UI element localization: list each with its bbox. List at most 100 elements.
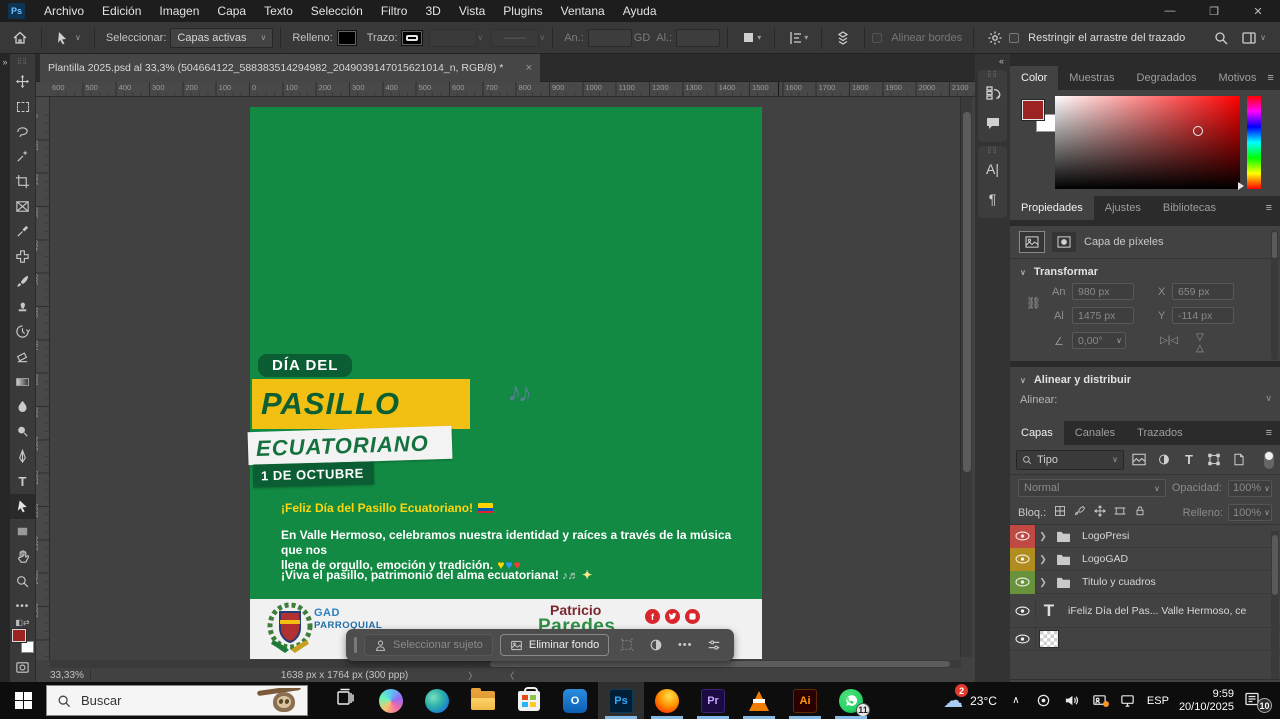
shape-operations-icon[interactable]: ▾ [735, 30, 767, 46]
menu-seleccion[interactable]: Selección [302, 0, 372, 22]
menu-filtro[interactable]: Filtro [372, 0, 417, 22]
tab-bibliotecas[interactable]: Bibliotecas [1152, 196, 1227, 220]
pixel-layer-icon[interactable] [1020, 232, 1044, 252]
tab-degradados[interactable]: Degradados [1126, 66, 1208, 90]
tray-expand-icon[interactable]: ∧ [1007, 695, 1025, 706]
background-color-swatch[interactable] [21, 641, 34, 653]
expand-toolbar-icon[interactable]: » [0, 54, 10, 67]
path-alignment-icon[interactable]: ▾ [782, 30, 814, 46]
layer-visibility-toggle[interactable] [1010, 571, 1036, 594]
shape-tool[interactable] [10, 519, 36, 544]
language-indicator[interactable]: ESP [1147, 695, 1169, 707]
comments-panel-icon[interactable] [978, 108, 1007, 138]
hand-tool[interactable] [10, 544, 36, 569]
dodge-tool[interactable] [10, 419, 36, 444]
gear-icon[interactable] [981, 30, 1009, 46]
vertical-scrollbar-thumb[interactable] [963, 112, 971, 472]
move-tool[interactable] [10, 69, 36, 94]
minimize-button[interactable]: — [1148, 0, 1192, 22]
layers-scrollbar[interactable] [1271, 531, 1279, 681]
crop-tool[interactable] [10, 169, 36, 194]
edit-toolbar-icon[interactable]: ••• [10, 594, 36, 619]
menu-vista[interactable]: Vista [450, 0, 494, 22]
lock-transparency-icon[interactable] [1054, 505, 1066, 520]
history-panel-icon[interactable] [978, 78, 1007, 108]
tab-ajustes[interactable]: Ajustes [1094, 196, 1152, 220]
vlc-button[interactable] [736, 682, 782, 719]
lasso-tool[interactable] [10, 119, 36, 144]
layers-panel-menu-icon[interactable]: ≡ [1266, 421, 1280, 445]
screen-share-icon[interactable] [1091, 693, 1109, 708]
tab-trazados[interactable]: Trazados [1126, 421, 1193, 445]
layer-name[interactable]: iFeliz Día del Pas... Valle Hermoso, ce [1068, 605, 1246, 617]
layer-name[interactable]: LogoPresi [1082, 530, 1129, 542]
swap-colors-icon[interactable]: ◧⇄ [15, 619, 29, 627]
layer-row[interactable]: TiFeliz Día del Pas... Valle Hermoso, ce [1010, 594, 1280, 628]
collapse-panels-icon[interactable]: « [975, 54, 1010, 66]
menu-capa[interactable]: Capa [208, 0, 255, 22]
filter-shape-layers-icon[interactable] [1204, 453, 1224, 466]
canvas[interactable]: DÍA DEL PASILLO ♪♪ ECUATORIANO 1 DE OCTU… [50, 97, 961, 660]
path-arrangement-icon[interactable] [829, 30, 857, 46]
notification-center-icon[interactable]: 10 [1244, 691, 1270, 710]
width-input[interactable] [588, 29, 632, 47]
layer-filter-toggle[interactable] [1264, 451, 1274, 469]
document-close-icon[interactable]: × [526, 62, 532, 74]
layer-row[interactable]: ❯ LogoGAD [1010, 548, 1280, 571]
foreground-background-colors[interactable] [12, 629, 34, 653]
status-next-icon[interactable]: 〉 [468, 669, 477, 682]
vertical-scrollbar[interactable] [960, 97, 972, 657]
hue-slider-marker[interactable] [1238, 182, 1244, 190]
properties-panel-menu-icon[interactable]: ≡ [1266, 196, 1280, 220]
horizontal-ruler[interactable]: 6005004003002001000100200300400500600700… [50, 82, 975, 97]
tab-capas[interactable]: Capas [1010, 421, 1064, 445]
blur-tool[interactable] [10, 394, 36, 419]
width-value[interactable]: 980 px [1072, 283, 1134, 300]
network-display-icon[interactable] [1119, 693, 1137, 708]
height-value[interactable]: 1475 px [1072, 307, 1134, 324]
horizontal-scrollbar-thumb[interactable] [490, 661, 950, 667]
search-icon[interactable] [1207, 30, 1235, 46]
healing-brush-tool[interactable] [10, 244, 36, 269]
height-input[interactable] [676, 29, 720, 47]
foreground-color-well[interactable] [1022, 100, 1044, 120]
paragraph-panel-icon[interactable]: ¶ [978, 184, 1007, 214]
workspace-switcher-icon[interactable]: ∨ [1235, 30, 1272, 46]
outlook-button[interactable]: O [552, 682, 598, 719]
type-tool[interactable]: T [10, 469, 36, 494]
quick-selection-tool[interactable] [10, 144, 36, 169]
clock[interactable]: 9:59 20/10/2025 [1179, 688, 1234, 714]
marquee-tool[interactable] [10, 94, 36, 119]
filter-adjustment-layers-icon[interactable] [1154, 453, 1174, 466]
restringir-checkbox[interactable]: Restringir el arrastre del trazado [1009, 32, 1189, 44]
transform-section-header[interactable]: ∨Transformar [1010, 259, 1280, 282]
move-tool-preset-icon[interactable]: ∨ [49, 30, 87, 46]
layer-name[interactable]: LogoGAD [1082, 553, 1128, 565]
horizontal-scrollbar[interactable] [50, 660, 961, 668]
mask-icon[interactable] [1052, 232, 1076, 252]
layer-filter-dropdown[interactable]: Tipo ∨ [1016, 450, 1124, 470]
zoom-level[interactable]: 33,33% [44, 670, 91, 681]
weather-widget[interactable]: ☁2 23°C [943, 688, 997, 713]
layer-visibility-toggle[interactable] [1010, 525, 1036, 548]
file-explorer-button[interactable] [460, 682, 506, 719]
color-picker-ring[interactable] [1193, 126, 1203, 136]
firefox-button[interactable] [644, 682, 690, 719]
meet-now-icon[interactable] [1035, 693, 1053, 708]
pen-tool[interactable] [10, 444, 36, 469]
seleccionar-dropdown[interactable]: Capas activas∨ [170, 28, 273, 48]
filter-pixel-layers-icon[interactable] [1129, 453, 1149, 466]
menu-ayuda[interactable]: Ayuda [614, 0, 666, 22]
menu-archivo[interactable]: Archivo [35, 0, 93, 22]
context-bar-drag-handle[interactable] [354, 637, 357, 653]
copilot-button[interactable] [368, 682, 414, 719]
layer-visibility-toggle[interactable] [1010, 599, 1036, 622]
layer-row[interactable]: ❯Titulo y cuadros [1010, 571, 1280, 594]
link-dimensions-icon[interactable]: GD [634, 32, 651, 44]
group-expand-icon[interactable]: ❯ [1036, 554, 1050, 565]
restore-button[interactable]: ❐ [1192, 0, 1236, 22]
ruler-corner[interactable] [36, 82, 50, 97]
gradient-tool[interactable] [10, 369, 36, 394]
properties-scrollbar[interactable] [1271, 230, 1278, 360]
more-options-icon[interactable]: ••• [674, 639, 696, 651]
